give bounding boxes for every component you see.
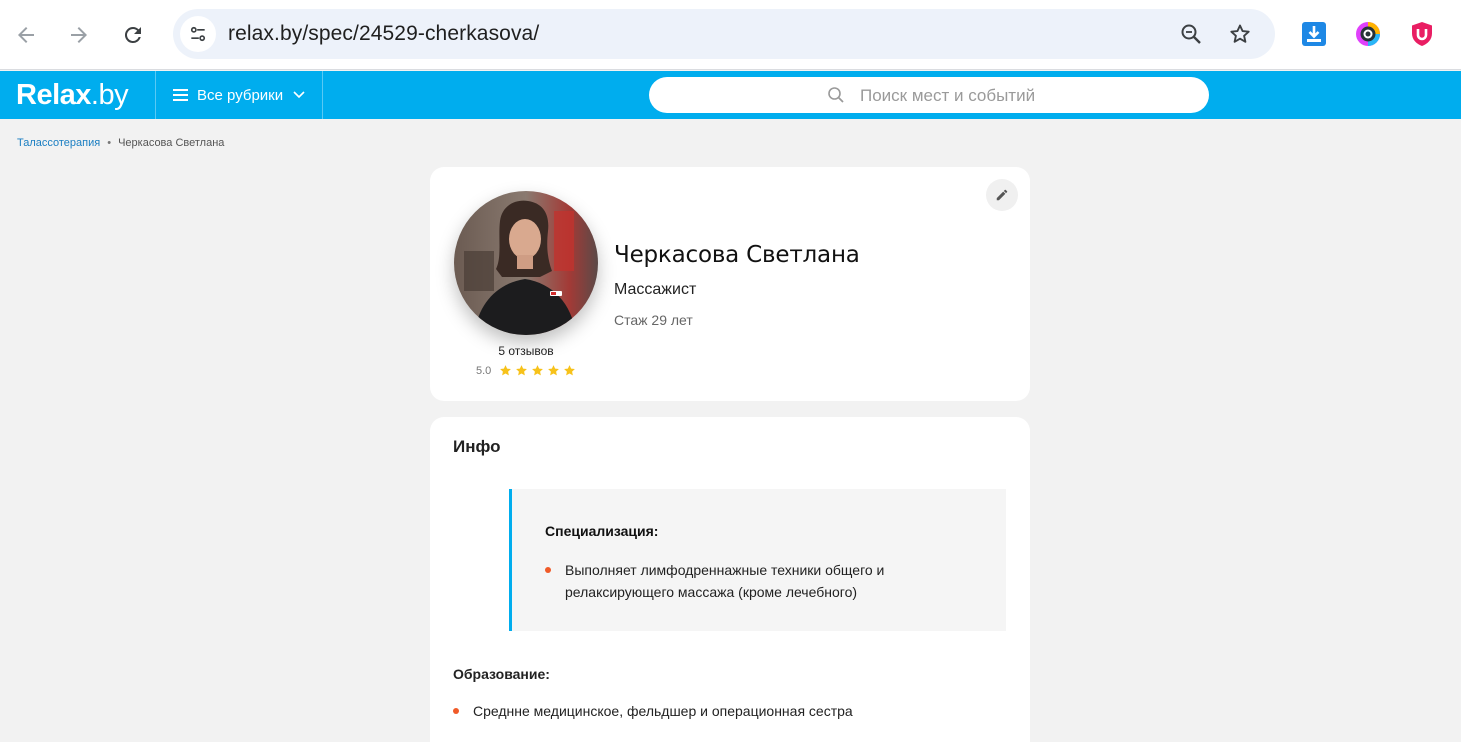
site-info-button[interactable] — [180, 16, 216, 52]
site-info-icon — [190, 26, 206, 42]
shield-extension-button[interactable] — [1408, 20, 1436, 48]
edit-button[interactable] — [986, 179, 1018, 211]
menu-icon — [173, 89, 188, 101]
reload-icon — [124, 26, 141, 43]
star-icon — [532, 365, 544, 376]
specialist-experience: Стаж 29 лет — [614, 312, 693, 328]
breadcrumb-separator: • — [107, 137, 112, 149]
specialization-item: Выполняет лимфодреннажные техники общего… — [545, 559, 925, 603]
breadcrumb-link-thalassotherapy[interactable]: Талассотерапия — [17, 137, 100, 149]
specialization-title: Специализация: — [545, 523, 659, 539]
specialist-name: Черкасова Светлана — [614, 242, 860, 268]
bullet-icon — [453, 708, 459, 714]
education-title: Образование: — [453, 666, 550, 682]
reload-button[interactable] — [113, 15, 153, 55]
search-icon — [828, 87, 844, 103]
specialist-profession: Массажист — [614, 281, 697, 298]
forward-arrow-icon — [71, 27, 87, 43]
zoom-icon[interactable] — [1179, 22, 1203, 46]
back-button[interactable] — [6, 15, 46, 55]
profile-card: 5 отзывов 5.0 Черкасова Светлана Массажи… — [430, 167, 1030, 401]
chevron-down-icon — [293, 91, 305, 99]
site-logo[interactable]: Relax.by — [16, 79, 129, 112]
star-icon — [500, 365, 512, 376]
address-bar[interactable]: relax.by/spec/24529-cherkasova/ — [173, 9, 1275, 59]
rating: 5.0 — [476, 364, 579, 377]
search-input[interactable]: Поиск мест и событий — [649, 77, 1209, 113]
shield-extension-icon — [1412, 22, 1432, 46]
info-card: Инфо Специализация: Выполняет лимфодренн… — [430, 417, 1030, 742]
bullet-icon — [545, 567, 551, 573]
camera-extension-icon — [1356, 22, 1380, 46]
download-extension-button[interactable] — [1300, 20, 1328, 48]
download-extension-icon — [1302, 22, 1326, 46]
all-rubrics-button[interactable]: Все рубрики — [155, 71, 323, 119]
forward-button[interactable] — [59, 15, 99, 55]
browser-toolbar: relax.by/spec/24529-cherkasova/ — [0, 0, 1461, 70]
specialist-photo — [454, 191, 598, 335]
all-rubrics-label: Все рубрики — [197, 86, 284, 104]
avatar — [454, 191, 598, 335]
search-placeholder: Поиск мест и событий — [860, 86, 1036, 105]
education-text: Среднне медицинское, фельдшер и операцио… — [473, 703, 853, 719]
star-icon — [548, 365, 560, 376]
rating-stars — [499, 364, 579, 377]
info-title: Инфо — [453, 437, 501, 456]
specialization-block: Специализация: Выполняет лимфодреннажные… — [509, 489, 1006, 631]
breadcrumb-current: Черкасова Светлана — [118, 137, 225, 149]
star-icon — [564, 365, 576, 376]
specialization-text: Выполняет лимфодреннажные техники общего… — [565, 562, 885, 600]
camera-extension-button[interactable] — [1354, 20, 1382, 48]
back-arrow-icon — [18, 27, 34, 43]
reviews-link[interactable]: 5 отзывов — [454, 344, 598, 358]
bookmark-star-icon[interactable] — [1228, 22, 1252, 46]
star-icon — [516, 365, 528, 376]
education-item: Среднне медицинское, фельдшер и операцио… — [453, 700, 993, 722]
site-header: Relax.by Все рубрики Поиск мест и событи… — [0, 71, 1461, 119]
breadcrumb: Талассотерапия • Черкасова Светлана — [17, 137, 224, 149]
rating-value: 5.0 — [476, 364, 492, 377]
url-text[interactable]: relax.by/spec/24529-cherkasova/ — [228, 22, 539, 46]
pencil-icon — [996, 189, 1008, 201]
